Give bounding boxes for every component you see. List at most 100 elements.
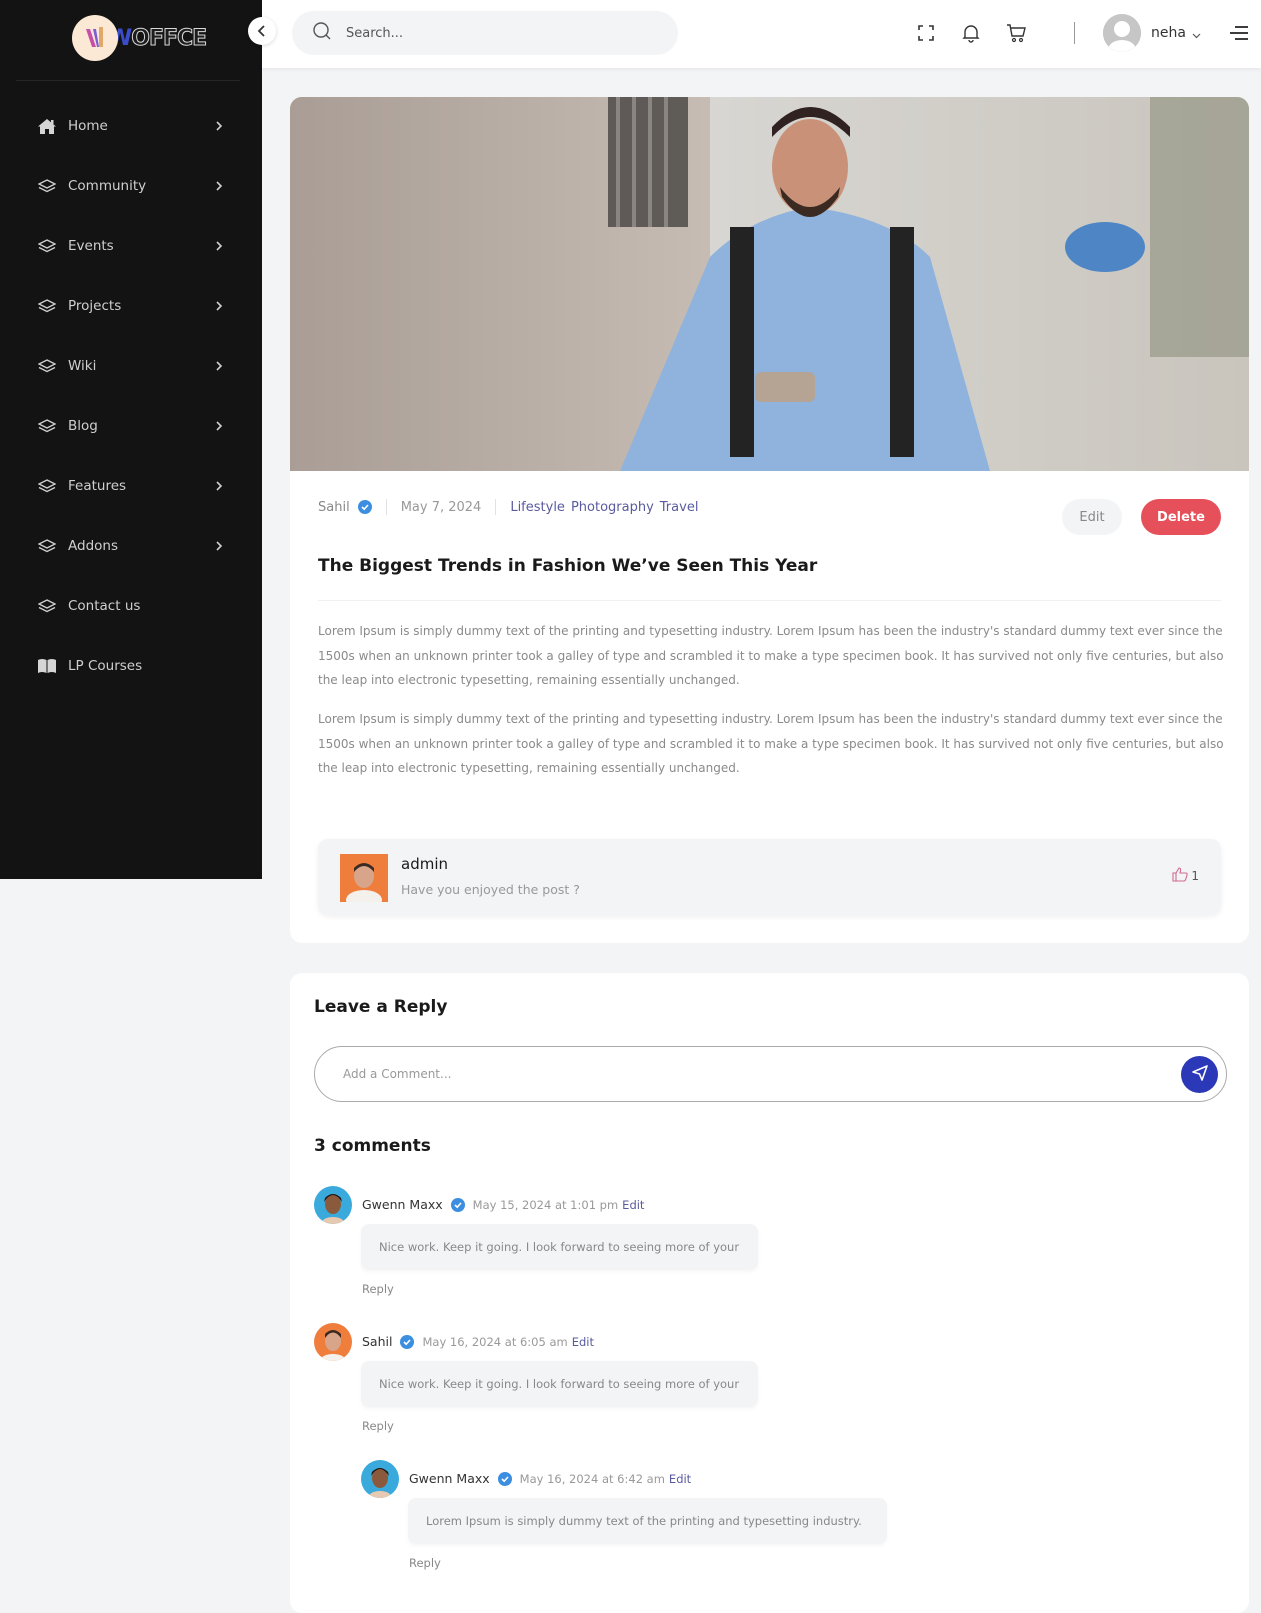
sidebar-item-label: Addons [68, 538, 118, 554]
commenter-avatar [314, 1323, 352, 1361]
chevron-down-icon [1192, 24, 1201, 43]
user-name: neha [1151, 25, 1186, 41]
chevron-right-icon [214, 541, 224, 551]
chevron-right-icon [214, 481, 224, 491]
post-author[interactable]: Sahil [318, 500, 350, 515]
sidebar-item-projects[interactable]: Projects [0, 276, 262, 336]
comments-count: 3 comments [314, 1136, 431, 1156]
sidebar-item-features[interactable]: Features [0, 456, 262, 516]
post-tag[interactable]: Photography [571, 500, 654, 515]
thumbs-up-icon [1172, 867, 1189, 885]
layers-icon [36, 537, 58, 555]
layers-icon [36, 417, 58, 435]
send-comment-button[interactable] [1181, 1056, 1218, 1093]
chevron-right-icon [214, 241, 224, 251]
commenter-name[interactable]: Sahil [362, 1334, 392, 1349]
sidebar-item-label: Events [68, 238, 114, 254]
meta-divider [385, 499, 387, 515]
sidebar-item-label: Projects [68, 298, 122, 314]
reply-link[interactable]: Reply [362, 1282, 394, 1296]
admin-question: Have you enjoyed the post ? [401, 882, 580, 897]
chevron-right-icon [214, 301, 224, 311]
reply-link[interactable]: Reply [409, 1556, 441, 1570]
chevron-left-icon [257, 22, 267, 41]
reply-title: Leave a Reply [314, 997, 448, 1017]
send-icon [1191, 1064, 1209, 1086]
sidebar: WOFFCE Home Community Events Projects Wi… [0, 0, 262, 879]
commenter-name[interactable]: Gwenn Maxx [409, 1471, 490, 1486]
edit-comment-link[interactable]: Edit [622, 1198, 644, 1212]
sidebar-item-contact-us[interactable]: Contact us [0, 576, 262, 636]
comment-input[interactable] [343, 1067, 1143, 1081]
comment-header: Gwenn Maxx May 15, 2024 at 1:01 pm Edit [362, 1197, 644, 1212]
verified-badge-icon [357, 500, 372, 514]
post-date: May 7, 2024 [400, 499, 482, 515]
comment-text: Nice work. Keep it going. I look forward… [361, 1224, 758, 1270]
home-icon [36, 117, 58, 135]
title-divider [318, 600, 1221, 601]
author-question-box: admin Have you enjoyed the post ? 1 [318, 839, 1221, 915]
user-menu[interactable]: neha [1103, 14, 1201, 52]
post-tag[interactable]: Travel [660, 500, 699, 515]
sidebar-item-blog[interactable]: Blog [0, 396, 262, 456]
book-icon [36, 657, 58, 675]
meta-divider [495, 499, 497, 515]
sidebar-item-home[interactable]: Home [0, 96, 262, 156]
bell-icon[interactable] [960, 22, 982, 44]
verified-badge-icon [497, 1471, 512, 1486]
layers-icon [36, 597, 58, 615]
admin-name: admin [401, 855, 448, 873]
chevron-right-icon [214, 361, 224, 371]
logo[interactable]: WOFFCE [72, 15, 208, 61]
header-divider [1074, 22, 1075, 44]
edit-comment-link[interactable]: Edit [572, 1335, 594, 1349]
search-input[interactable] [346, 25, 646, 41]
comment-date: May 16, 2024 at 6:42 am [519, 1471, 665, 1486]
commenter-name[interactable]: Gwenn Maxx [362, 1197, 443, 1212]
top-header: neha [262, 0, 1261, 68]
sidebar-nav: Home Community Events Projects Wiki Blog [0, 96, 262, 696]
post-title: The Biggest Trends in Fashion We’ve Seen… [318, 556, 818, 576]
menu-icon[interactable] [1228, 22, 1250, 44]
layers-icon [36, 237, 58, 255]
comment-text: Lorem Ipsum is simply dummy text of the … [408, 1498, 887, 1544]
comment-date: May 15, 2024 at 1:01 pm [472, 1197, 619, 1212]
edit-comment-link[interactable]: Edit [669, 1472, 691, 1486]
logo-mark [72, 15, 118, 61]
sidebar-item-community[interactable]: Community [0, 156, 262, 216]
layers-icon [36, 297, 58, 315]
chevron-right-icon [214, 121, 224, 131]
chevron-right-icon [214, 421, 224, 431]
logo-text: WOFFCE [108, 25, 208, 51]
admin-avatar [340, 854, 388, 902]
sidebar-item-wiki[interactable]: Wiki [0, 336, 262, 396]
sidebar-item-label: Features [68, 478, 127, 494]
commenter-avatar [361, 1460, 399, 1498]
comment-header: Gwenn Maxx May 16, 2024 at 6:42 am Edit [409, 1471, 691, 1486]
search-icon [312, 21, 332, 45]
layers-icon [36, 477, 58, 495]
reply-link[interactable]: Reply [362, 1419, 394, 1433]
sidebar-item-events[interactable]: Events [0, 216, 262, 276]
comment-text: Nice work. Keep it going. I look forward… [361, 1361, 758, 1407]
sidebar-item-label: Community [68, 178, 147, 194]
sidebar-item-addons[interactable]: Addons [0, 516, 262, 576]
sidebar-item-label: Wiki [68, 358, 97, 374]
edit-post-button[interactable]: Edit [1062, 499, 1122, 535]
comment-date: May 16, 2024 at 6:05 am [422, 1334, 568, 1349]
layers-icon [36, 177, 58, 195]
post-meta: Sahil May 7, 2024 Lifestyle Photography … [318, 499, 704, 515]
post-tag[interactable]: Lifestyle [510, 500, 565, 515]
sidebar-item-label: Blog [68, 418, 98, 434]
verified-badge-icon [450, 1197, 465, 1212]
fullscreen-icon[interactable] [915, 22, 937, 44]
search-bar[interactable] [292, 11, 678, 55]
sidebar-collapse-button[interactable] [248, 17, 276, 45]
sidebar-item-lp-courses[interactable]: LP Courses [0, 636, 262, 696]
delete-post-button[interactable]: Delete [1141, 499, 1221, 535]
like-button[interactable]: 1 [1172, 867, 1199, 885]
cart-icon[interactable] [1006, 22, 1028, 44]
sidebar-item-label: Home [68, 118, 108, 134]
comment-form [314, 1046, 1227, 1102]
post-featured-image [290, 97, 1249, 471]
